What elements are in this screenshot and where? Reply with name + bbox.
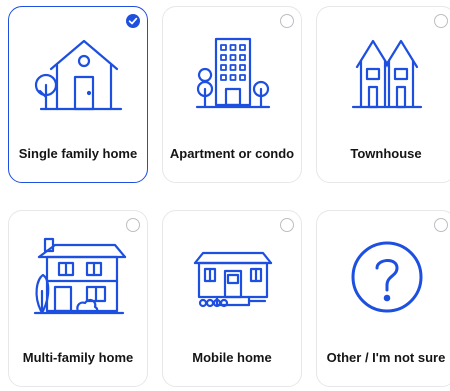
option-label: Multi-family home (22, 349, 134, 365)
townhouse-icon (351, 39, 423, 109)
radio-button[interactable] (434, 218, 448, 232)
radio-button[interactable] (434, 14, 448, 28)
apartment-building-icon (195, 37, 271, 109)
option-single-family-home[interactable]: Single family home (8, 6, 148, 183)
radio-checked-icon[interactable] (126, 14, 140, 28)
radio-button[interactable] (126, 218, 140, 232)
mobile-home-icon (193, 251, 273, 308)
option-mobile-home[interactable]: Mobile home (162, 210, 302, 387)
radio-button[interactable] (280, 218, 294, 232)
option-label: Apartment or condo (169, 145, 295, 161)
question-mark-icon (351, 241, 423, 313)
option-label: Mobile home (192, 349, 272, 365)
multi-family-house-icon (33, 237, 127, 315)
option-apartment-or-condo[interactable]: Apartment or condo (162, 6, 302, 183)
option-label: Single family home (18, 145, 138, 161)
single-family-house-icon (34, 39, 123, 111)
option-label: Townhouse (350, 145, 422, 161)
option-label: Other / I'm not sure (326, 349, 446, 365)
option-other-not-sure[interactable]: Other / I'm not sure (316, 210, 450, 387)
radio-button[interactable] (280, 14, 294, 28)
option-multi-family-home[interactable]: Multi-family home (8, 210, 148, 387)
option-townhouse[interactable]: Townhouse (316, 6, 450, 183)
